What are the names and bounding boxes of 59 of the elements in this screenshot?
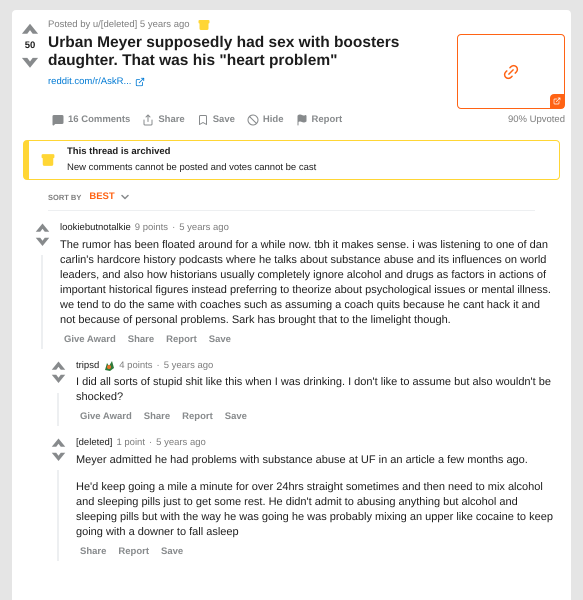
separator-dot: · — [148, 436, 152, 450]
upvote-ratio: 90% Upvoted — [508, 113, 565, 128]
comment-action[interactable]: Report — [162, 330, 201, 349]
upvote-icon[interactable] — [50, 437, 66, 448]
comment-time: 5 years ago — [156, 436, 206, 450]
flag-icon — [296, 114, 308, 126]
comment-action[interactable]: Share — [76, 542, 110, 561]
post-meta: Posted by u/[deleted] 5 years ago — [48, 18, 190, 32]
comment-points: 1 point — [116, 436, 145, 450]
comment-author[interactable]: lookiebutnotalkie — [60, 221, 131, 236]
post-action[interactable]: Report — [292, 109, 346, 132]
bookmark-icon — [196, 114, 209, 126]
comment-time: 5 years ago — [179, 221, 229, 236]
sort-dropdown[interactable]: BEST — [89, 190, 131, 204]
downvote-icon[interactable] — [50, 374, 66, 385]
flair-icon — [103, 360, 116, 372]
separator-dot: · — [156, 358, 160, 373]
comment-icon — [52, 114, 64, 126]
comment-action[interactable]: Report — [114, 542, 154, 561]
post-title: Urban Meyer supposedly had sex with boosters daughter. That was his "heart problem" — [48, 34, 400, 70]
downvote-icon[interactable] — [34, 236, 50, 248]
comment-points: 4 points — [119, 358, 153, 373]
downvote-icon[interactable] — [50, 452, 66, 462]
hide-icon — [246, 114, 259, 126]
comment-action[interactable]: Give Award — [76, 408, 136, 426]
downvote-icon[interactable] — [21, 56, 39, 70]
comment-action[interactable]: Report — [178, 408, 217, 426]
post-action[interactable]: Hide — [242, 109, 288, 132]
comment-text: I did all sorts of stupid shit like this when I was drinking. I don't like to assume but also wouldn't be shocked? — [76, 375, 552, 405]
comment-action[interactable]: Share — [124, 330, 158, 349]
link-thumbnail[interactable] — [457, 34, 565, 110]
comment-time: 5 years ago — [164, 358, 214, 373]
comment-points: 9 points — [134, 221, 168, 236]
external-badge — [550, 94, 564, 108]
post-action[interactable]: 16 Comments — [48, 109, 134, 132]
comment-text: Meyer admitted he had problems with substance abuse at UF in an article a few months ago. — [76, 452, 529, 468]
comment-action[interactable]: Save — [157, 542, 188, 561]
share-icon — [142, 114, 154, 126]
upvote-icon[interactable] — [34, 222, 50, 233]
external-link-icon — [135, 77, 146, 88]
comment-action[interactable]: Give Award — [60, 330, 120, 349]
post-link[interactable]: reddit.com/r/AskR... — [48, 75, 132, 90]
vote-score: 50 — [24, 38, 36, 53]
comment-action[interactable]: Save — [204, 330, 235, 349]
archive-icon — [198, 19, 210, 32]
comment-action[interactable]: Share — [140, 408, 174, 426]
notice-message: New comments cannot be posted and votes cannot be cast — [67, 160, 316, 175]
notice-title: This thread is archived — [67, 144, 172, 158]
upvote-icon[interactable] — [50, 360, 66, 370]
comment-text: He'd keep going a mile a minute for over 24hrs straight sometimes and then need to mix alcohol and sleeping pills just to get some rest. He didn't admit to abusing anything but alcohol and sleeping pills but with the way he was going he was probably mixing an upper like cocaine to keep going with a downer to fall asleep — [76, 480, 554, 540]
post-action[interactable]: Save — [192, 109, 239, 132]
post-action[interactable]: Share — [138, 109, 189, 132]
comment-text: The rumor has been floated around for a while now. tbh it makes sense. i was listening to one of dan carlin's hardcore history podcasts where he talks about substance abuse and its influences on world leaders, and also how historians usually completely ignore alcohol and drugs as factors in actions of important historical figures instead preferring to theorize about psychological issues or mental illness. we tend to do the same with coaches such as assuming a coach quits because he cant hack it and not because of personal problems. Sark has brought that to the limelight though. — [60, 238, 552, 328]
comment-author[interactable]: tripsd — [76, 358, 100, 373]
comment-action[interactable]: Save — [220, 408, 251, 426]
archive-icon — [41, 152, 55, 167]
separator-dot: · — [172, 221, 176, 236]
comment-author[interactable]: [deleted] — [76, 436, 112, 450]
upvote-icon[interactable] — [21, 22, 39, 35]
